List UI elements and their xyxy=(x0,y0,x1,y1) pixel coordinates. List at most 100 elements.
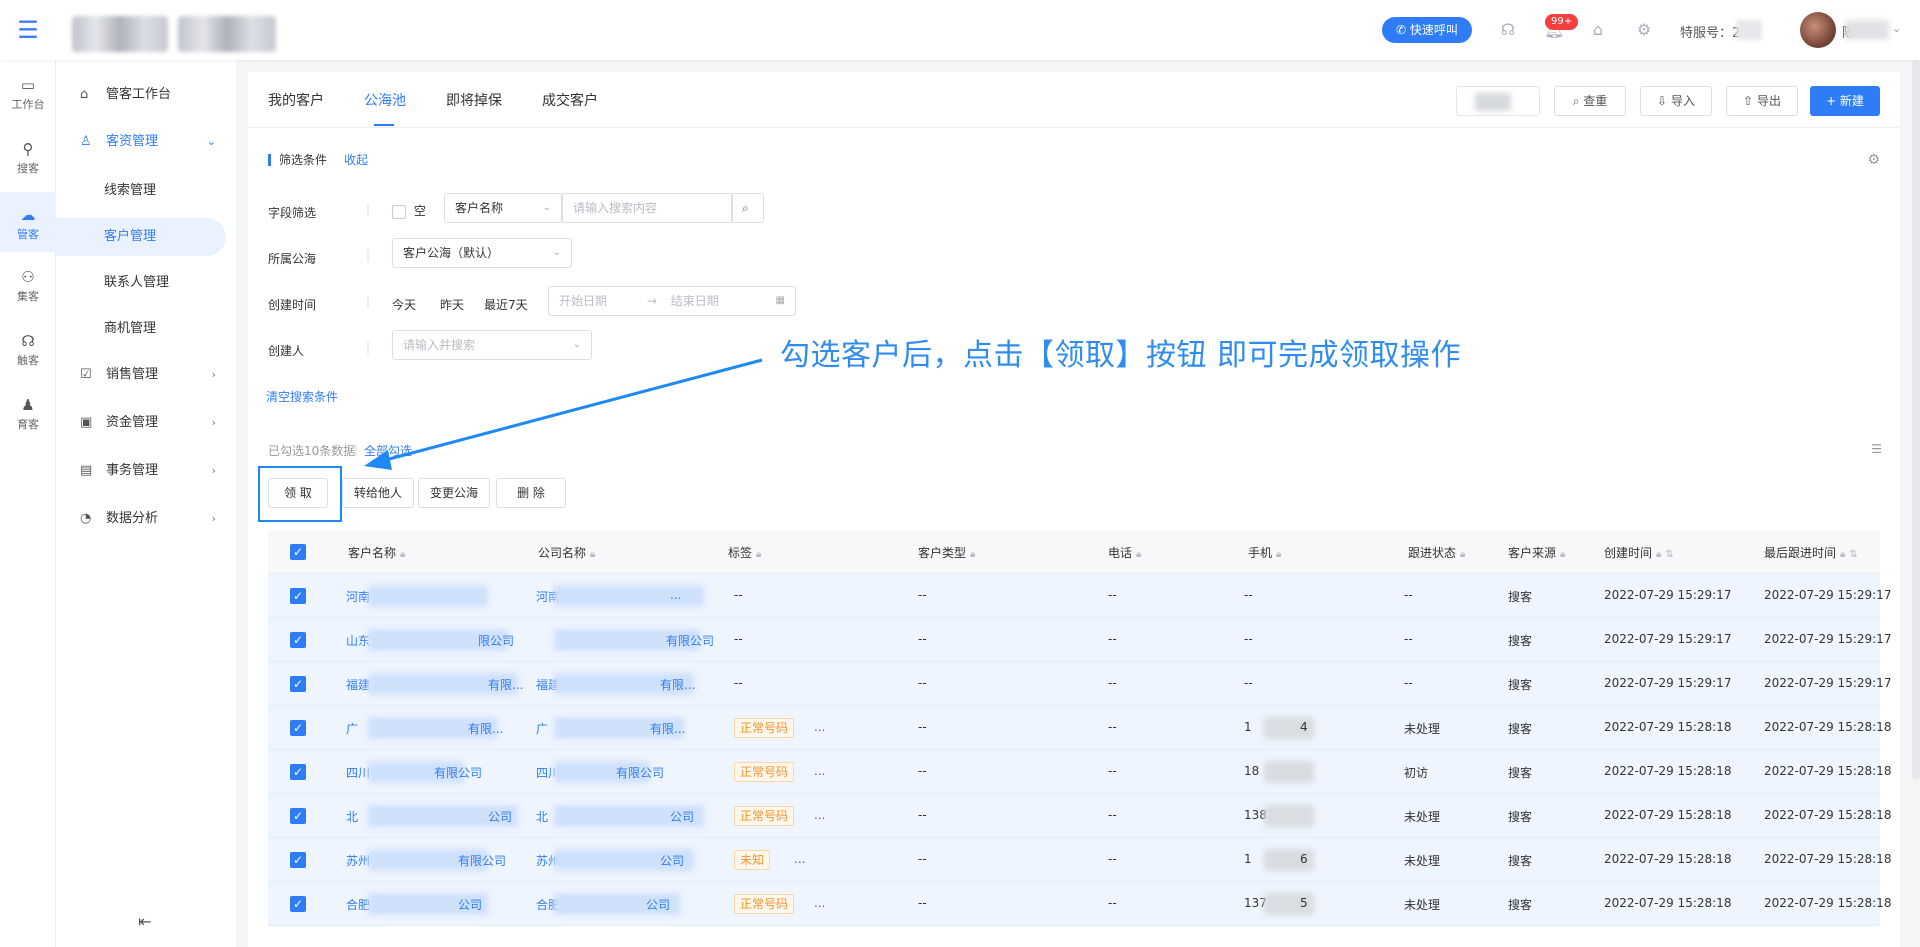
clear-search-link[interactable]: 清空搜索条件 xyxy=(266,388,338,405)
creator-select[interactable]: 请输入并搜索 ⌄ xyxy=(392,330,592,360)
table-row[interactable]: ✓ 福建 有限... 福建 有限... -- -- -- -- -- 搜客 2022-07-29 15… xyxy=(268,662,1891,706)
table-row[interactable]: ✓ 合肥 公司 合肥 公司 正常号码... -- -- 137 5 未处理 搜客 2022-07-29 … xyxy=(268,882,1891,926)
quick-today[interactable]: 今天 xyxy=(392,296,416,313)
company-name-tail[interactable]: 有限公司 xyxy=(616,764,664,781)
empty-checkbox[interactable]: 空 xyxy=(392,202,426,219)
table-row[interactable]: ✓ 河南 河南... -- -- -- -- -- 搜客 2022-07-29 15:29:17 2… xyxy=(268,574,1891,618)
rail-item-nurture-customer[interactable]: ♟ 育客 xyxy=(0,386,56,442)
gear-icon[interactable]: ⚙ xyxy=(1867,152,1880,168)
customer-name-tail[interactable]: 有限... xyxy=(488,676,523,693)
sidebar-item-funds[interactable]: ▣ 资金管理 › xyxy=(56,404,228,442)
more-tags[interactable]: ... xyxy=(814,808,825,822)
company-name-tail[interactable]: 有限公司 xyxy=(666,632,714,649)
tab-deals[interactable]: 成交客户 xyxy=(542,90,598,110)
column-header[interactable]: 创建时间 🔒︎ ⇅ xyxy=(1604,544,1674,561)
settings-icon[interactable]: ⚙ xyxy=(1634,20,1654,40)
sidebar-item-workbench[interactable]: ⌂ 管客工作台 xyxy=(56,76,228,114)
rail-item-workbench[interactable]: ▭ 工作台 xyxy=(0,66,56,122)
table-row[interactable]: ✓ 山东 限公司 有限公司 -- -- -- -- -- 搜客 2022-07-29 15:29:1… xyxy=(268,618,1891,662)
sidebar-item-analysis[interactable]: ◔ 数据分析 › xyxy=(56,500,228,538)
customer-name-tail[interactable]: 有限公司 xyxy=(458,852,506,869)
sidebar-item-opportunities[interactable]: 商机管理 xyxy=(56,310,226,348)
customer-name-link[interactable]: 四川 xyxy=(346,764,370,781)
company-name-tail[interactable]: 有限... xyxy=(660,676,695,693)
customer-name-link[interactable]: 广 xyxy=(346,720,358,737)
more-tags[interactable]: ... xyxy=(794,852,805,866)
collapse-sidebar-icon[interactable]: ⇤ xyxy=(138,912,151,931)
chevron-down-icon[interactable]: ⌄ xyxy=(1892,22,1901,35)
date-range-picker[interactable]: 开始日期 → 结束日期 ▦ xyxy=(548,286,796,316)
customer-name-tail[interactable]: 公司 xyxy=(458,896,482,913)
company-name-tail[interactable]: 公司 xyxy=(670,808,694,825)
row-checkbox[interactable]: ✓ xyxy=(290,896,306,912)
sidebar-item-customer-mgmt[interactable]: ♙ 客资管理 ⌄ xyxy=(56,123,228,161)
pool-select[interactable]: 客户公海（默认） ⌄ xyxy=(392,238,572,268)
column-header[interactable]: 标签 🔒︎ xyxy=(728,544,761,561)
row-checkbox[interactable]: ✓ xyxy=(290,632,306,648)
row-checkbox[interactable]: ✓ xyxy=(290,720,306,736)
search-button[interactable]: ⌕ xyxy=(732,193,764,223)
sidebar-item-contacts[interactable]: 联系人管理 xyxy=(56,264,226,302)
more-tags[interactable]: ... xyxy=(814,764,825,778)
quick-last-7-days[interactable]: 最近7天 xyxy=(484,296,528,313)
rail-item-manage-customer[interactable]: ☁ 管客 xyxy=(0,192,56,252)
column-header[interactable]: 客户名称 🔒︎ xyxy=(348,544,405,561)
row-checkbox[interactable]: ✓ xyxy=(290,588,306,604)
table-row[interactable]: ✓ 苏州 有限公司 苏州 公司 未知... -- -- 1 6 未处理 搜客 2022-07-29 15… xyxy=(268,838,1891,882)
column-header[interactable]: 公司名称 🔒︎ xyxy=(538,544,595,561)
row-checkbox[interactable]: ✓ xyxy=(290,852,306,868)
blurred-select[interactable] xyxy=(1456,86,1540,116)
table-row[interactable]: ✓ 四川 有限公司 四川 有限公司 正常号码... -- -- 18 初访 搜客 2022-07-29… xyxy=(268,750,1891,794)
column-header[interactable]: 客户来源 🔒︎ xyxy=(1508,544,1565,561)
company-name-link[interactable]: 北 xyxy=(536,808,548,825)
change-pool-button[interactable]: 变更公海 xyxy=(418,478,490,508)
sidebar-item-customers[interactable]: 客户管理 xyxy=(56,218,226,256)
customer-name-link[interactable]: 北 xyxy=(346,808,358,825)
select-all-link[interactable]: 全部勾选 xyxy=(364,442,412,459)
column-settings-icon[interactable]: ☰ xyxy=(1871,442,1882,456)
rail-item-reach-customer[interactable]: ☊ 触客 xyxy=(0,322,56,378)
customer-name-link[interactable]: 河南 xyxy=(346,588,370,605)
delete-button[interactable]: 删 除 xyxy=(496,478,566,508)
select-all-checkbox[interactable]: ✓ xyxy=(290,544,306,560)
sort-icon[interactable]: ⇅ xyxy=(1665,549,1673,560)
column-header[interactable]: 手机 🔒︎ xyxy=(1248,544,1281,561)
column-header[interactable]: 客户类型 🔒︎ xyxy=(918,544,975,561)
search-input[interactable]: 请输入搜索内容 xyxy=(562,193,732,223)
avatar[interactable] xyxy=(1800,12,1836,48)
company-name-tail[interactable]: ... xyxy=(670,588,681,602)
row-checkbox[interactable]: ✓ xyxy=(290,676,306,692)
check-duplicate-button[interactable]: ⌕ 查重 xyxy=(1554,86,1626,116)
transfer-button[interactable]: 转给他人 xyxy=(342,478,414,508)
rail-item-gather-customer[interactable]: ⚇ 集客 xyxy=(0,258,56,314)
column-header[interactable]: 跟进状态 🔒︎ xyxy=(1408,544,1465,561)
home-icon[interactable]: ⌂ xyxy=(1588,20,1608,40)
table-row[interactable]: ✓ 广 有限... 广 有限... 正常号码... -- -- 1 4 未处理 搜客 2022-07-2… xyxy=(268,706,1891,750)
more-tags[interactable]: ... xyxy=(814,896,825,910)
sidebar-item-affairs[interactable]: ▤ 事务管理 › xyxy=(56,452,228,490)
company-name-tail[interactable]: 有限... xyxy=(650,720,685,737)
sort-icon[interactable]: ⇅ xyxy=(1849,549,1857,560)
company-name-tail[interactable]: 公司 xyxy=(646,896,670,913)
more-tags[interactable]: ... xyxy=(814,720,825,734)
row-checkbox[interactable]: ✓ xyxy=(290,764,306,780)
customer-name-link[interactable]: 合肥 xyxy=(346,896,370,913)
customer-name-tail[interactable]: 限公司 xyxy=(478,632,514,649)
sidebar-item-sales[interactable]: ☑ 销售管理 › xyxy=(56,356,228,394)
tab-public-pool[interactable]: 公海池 xyxy=(364,90,406,110)
checkbox[interactable] xyxy=(392,204,406,219)
company-name-link[interactable]: 广 xyxy=(536,720,548,737)
hamburger-menu-icon[interactable]: ☰ xyxy=(14,16,42,44)
quick-call-button[interactable]: ✆ 快速呼叫 xyxy=(1382,17,1472,43)
row-checkbox[interactable]: ✓ xyxy=(290,808,306,824)
rail-item-search-customer[interactable]: ⚲ 搜客 xyxy=(0,130,56,186)
company-name-tail[interactable]: 公司 xyxy=(660,852,684,869)
column-header[interactable]: 最后跟进时间 🔒︎ ⇅ xyxy=(1764,544,1858,561)
column-header[interactable]: 电话 🔒︎ xyxy=(1108,544,1141,561)
customer-name-link[interactable]: 山东 xyxy=(346,632,370,649)
sidebar-item-leads[interactable]: 线索管理 xyxy=(56,172,226,210)
quick-yesterday[interactable]: 昨天 xyxy=(440,296,464,313)
headset-icon[interactable]: ☊ xyxy=(1498,20,1518,40)
tab-expiring[interactable]: 即将掉保 xyxy=(446,90,502,110)
tab-my-customers[interactable]: 我的客户 xyxy=(268,90,324,110)
